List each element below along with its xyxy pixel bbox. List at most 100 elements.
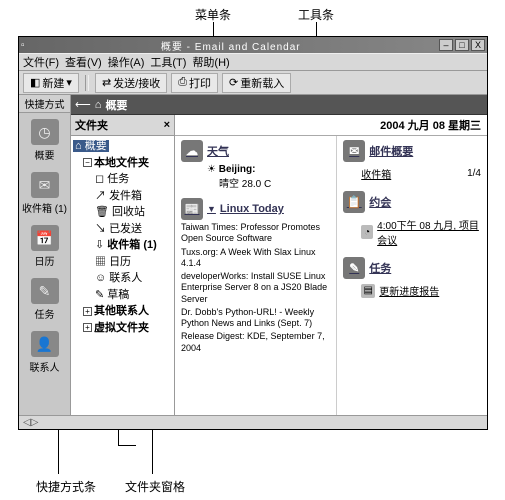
news-item[interactable]: Taiwan Times: Professor Promotes Open So…	[181, 222, 330, 245]
expand-icon[interactable]: +	[83, 307, 92, 316]
calendar-icon: 📅	[31, 225, 59, 251]
tree-item-local[interactable]: 本地文件夹	[94, 157, 149, 169]
toolbar-separator	[85, 75, 89, 91]
trash-icon: 🗑	[95, 206, 109, 218]
weather-section: ☁天气 ☀ Beijing: 晴空 28.0 C	[181, 140, 330, 190]
minimize-button[interactable]: –	[439, 39, 453, 51]
home-icon[interactable]: ⌂	[95, 99, 102, 111]
reload-label: 重新载入	[240, 75, 284, 91]
shortcut-item-inbox[interactable]: ✉收件箱 (1)	[19, 166, 70, 219]
appointment-title[interactable]: 约会	[369, 194, 391, 210]
news-item[interactable]: developerWorks: Install SUSE Linux Enter…	[181, 271, 330, 305]
print-button[interactable]: ⎙ 打印	[171, 73, 218, 93]
event-icon: ◔	[361, 225, 373, 239]
appointment-icon: 📋	[343, 191, 365, 213]
tasks-section: ✎任务 ▤ 更新进度报告	[343, 257, 481, 300]
shortcut-label: 联系人	[30, 359, 60, 374]
shortcut-bar: 快捷方式 ◷ 概要 ✉收件箱 (1) 📅 日历 ✎任务 👤联系人	[19, 95, 71, 415]
inbox-icon: ✉	[31, 172, 59, 198]
shortcut-item-contacts[interactable]: 👤联系人	[19, 325, 70, 378]
title-bar[interactable]: ▫ 概要 - Email and Calendar – □ X	[19, 37, 487, 53]
tree-item-inbox[interactable]: ⇩ 收件箱 (1)	[73, 237, 172, 254]
appointment-item[interactable]: 4:00下午 08 九月, 项目会议	[377, 217, 481, 247]
tree-item[interactable]: 🗑 回收站	[73, 204, 172, 221]
tree-item[interactable]: ✎ 草稿	[73, 287, 172, 304]
news-title[interactable]: Linux Today	[220, 203, 284, 215]
inbox-tree-icon: ⇩	[95, 239, 104, 251]
mail-inbox-link[interactable]: 收件箱	[361, 166, 391, 181]
contacts-tree-icon: ☺	[95, 272, 106, 284]
annotation-menubar: 菜单条	[195, 6, 231, 23]
back-arrow-icon[interactable]: ⟵	[75, 98, 91, 111]
task-icon: ◻	[95, 173, 104, 185]
dropdown-icon[interactable]: ▼	[207, 204, 216, 214]
menu-actions[interactable]: 操作(A)	[108, 54, 145, 70]
reload-icon: ⟳	[229, 76, 238, 89]
toolbar: ◧ 新建 ▾ ⇄ 发送/接收 ⎙ 打印 ⟳ 重新载入	[19, 71, 487, 95]
close-folder-pane-button[interactable]: ×	[164, 119, 170, 131]
tree-item[interactable]: ◻ 任务	[73, 171, 172, 188]
news-section: 📰▼Linux Today Taiwan Times: Professor Pr…	[181, 198, 330, 354]
shortcut-bar-header[interactable]: 快捷方式	[19, 95, 70, 113]
menu-view[interactable]: 查看(V)	[65, 54, 102, 70]
appointment-section: 📋约会 ◔ 4:00下午 08 九月, 项目会议	[343, 191, 481, 249]
sent-icon: ↘	[95, 223, 106, 235]
tree-item[interactable]: ▦ 日历	[73, 254, 172, 271]
news-item[interactable]: Tuxs.org: A Week With Slax Linux 4.1.4	[181, 247, 330, 270]
sendrecv-icon: ⇄	[102, 76, 111, 89]
tree-item-virtual[interactable]: 虚拟文件夹	[94, 322, 149, 334]
folder-tree[interactable]: ⌂ 概要 −本地文件夹 ◻ 任务 ↗ 发件箱 🗑 回收站 ↘ 已发送 ⇩ 收件箱…	[71, 136, 174, 338]
sun-icon: ☀	[207, 164, 216, 175]
tree-item-summary[interactable]: ⌂ 概要	[73, 140, 109, 152]
tasks-icon: ✎	[31, 278, 59, 304]
menu-help[interactable]: 帮助(H)	[192, 54, 229, 70]
outbox-icon: ↗	[95, 190, 106, 202]
drafts-icon: ✎	[95, 289, 104, 301]
tree-item[interactable]: ↘ 已发送	[73, 221, 172, 238]
shortcut-item-tasks[interactable]: ✎任务	[19, 272, 70, 325]
status-bar: ◁▷	[19, 415, 487, 429]
folder-pane: 文件夹 × ⌂ 概要 −本地文件夹 ◻ 任务 ↗ 发件箱 🗑 回收站 ↘ 已发送…	[71, 115, 175, 415]
annotation-toolbar: 工具条	[298, 6, 334, 23]
tree-item[interactable]: ☺ 联系人	[73, 270, 172, 287]
tasks-title[interactable]: 任务	[369, 260, 391, 276]
calendar-tree-icon: ▦	[95, 256, 106, 268]
content-pane: 2004 九月 08 星期三 ☁天气 ☀ Beijing: 晴空 28.0 C	[175, 115, 487, 415]
weather-city: Beijing:	[219, 164, 256, 175]
weather-title[interactable]: 天气	[207, 143, 229, 159]
window-title: 概要 - Email and Calendar	[25, 38, 437, 53]
shortcut-label: 日历	[35, 253, 55, 268]
task-item-icon: ▤	[361, 284, 375, 298]
news-item[interactable]: Dr. Dobb's Python-URL! - Weekly Python N…	[181, 307, 330, 330]
shortcut-label: 概要	[35, 147, 55, 162]
folder-pane-title: 文件夹	[75, 117, 108, 133]
expand-icon[interactable]: −	[83, 158, 92, 167]
new-icon: ◧	[30, 76, 40, 89]
mail-summary-title[interactable]: 邮件概要	[369, 143, 413, 159]
new-button-label: 新建	[42, 75, 64, 91]
menu-file[interactable]: 文件(F)	[23, 54, 59, 70]
tasklist-icon: ✎	[343, 257, 365, 279]
maximize-button[interactable]: □	[455, 39, 469, 51]
weather-detail: 晴空 28.0 C	[207, 175, 330, 190]
tree-item-other[interactable]: 其他联系人	[94, 305, 149, 317]
summary-icon: ◷	[31, 119, 59, 145]
annotation-folder-pane: 文件夹窗格	[125, 478, 185, 495]
menu-tools[interactable]: 工具(T)	[150, 54, 186, 70]
tree-item[interactable]: ↗ 发件箱	[73, 188, 172, 205]
new-button[interactable]: ◧ 新建 ▾	[23, 73, 79, 93]
task-item[interactable]: 更新进度报告	[379, 283, 439, 298]
expand-icon[interactable]: +	[83, 323, 92, 332]
send-receive-label: 发送/接收	[113, 75, 160, 91]
shortcut-item-calendar[interactable]: 📅 日历	[19, 219, 70, 272]
close-button[interactable]: X	[471, 39, 485, 51]
weather-icon: ☁	[181, 140, 203, 162]
dropdown-arrow-icon: ▾	[66, 76, 72, 89]
mail-summary-section: ✉邮件概要 收件箱1/4	[343, 140, 481, 183]
news-item[interactable]: Release Digest: KDE, September 7, 2004	[181, 331, 330, 354]
grip-icon[interactable]: ◁▷	[23, 417, 38, 428]
shortcut-item-summary[interactable]: ◷ 概要	[19, 113, 70, 166]
send-receive-button[interactable]: ⇄ 发送/接收	[95, 73, 167, 93]
reload-button[interactable]: ⟳ 重新载入	[222, 73, 291, 93]
folder-pane-header: 文件夹 ×	[71, 115, 174, 136]
